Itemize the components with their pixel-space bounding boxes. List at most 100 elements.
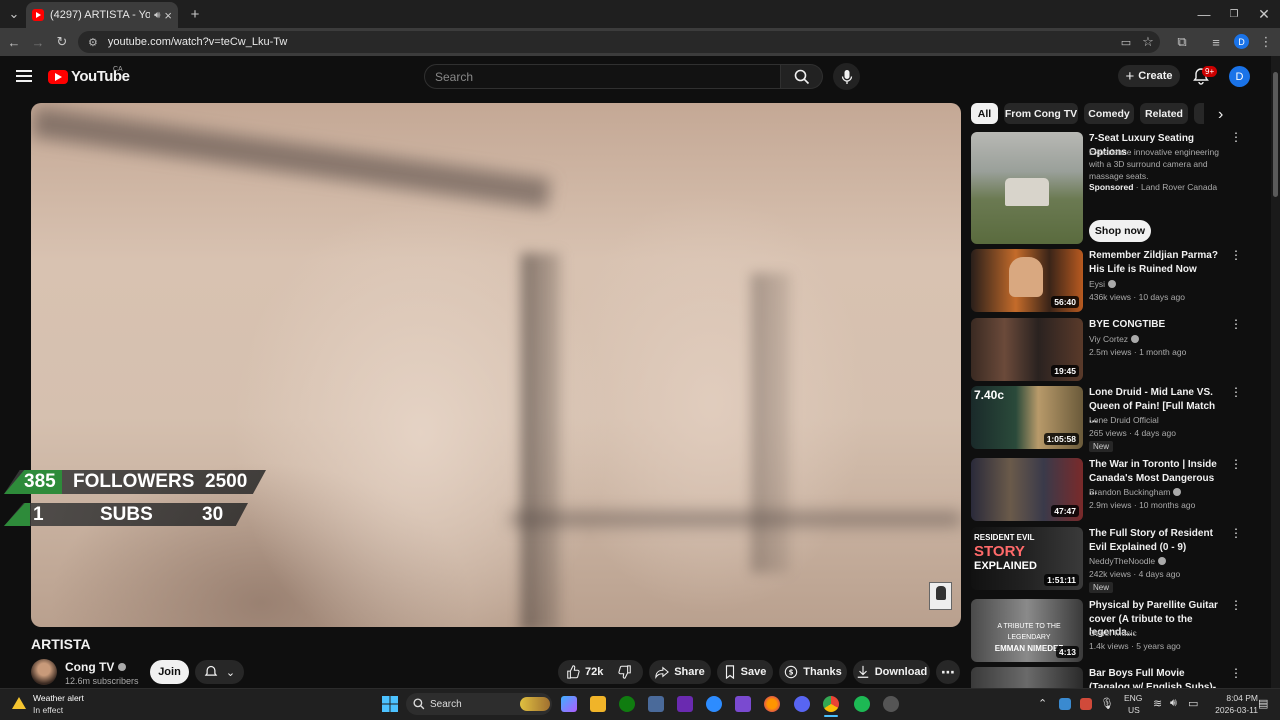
spotify-icon[interactable] xyxy=(854,696,870,712)
thumb-line: A TRIBUTE TO THE LEGENDARY xyxy=(997,623,1061,641)
back-icon[interactable]: ← xyxy=(6,34,22,50)
chips-next-chevron-icon[interactable]: › xyxy=(1218,106,1223,124)
xbox-icon[interactable] xyxy=(619,696,635,712)
url-omnibox[interactable]: ⚙︎ youtube.com/watch?v=teCw_Lku-Tw xyxy=(78,31,1160,53)
video-thumbnail[interactable]: 47:47 xyxy=(971,458,1083,521)
minimize-icon[interactable]: — xyxy=(1196,6,1212,22)
media-controls-icon[interactable]: ≡ xyxy=(1208,34,1224,50)
notification-center-icon[interactable]: ▤ xyxy=(1258,697,1268,710)
browser-menu-icon[interactable]: ⋮ xyxy=(1258,34,1274,50)
chip-partial[interactable] xyxy=(1194,103,1204,124)
microphone-tray-icon[interactable]: 🎙︎ xyxy=(1100,697,1114,710)
weather-alert-title[interactable]: Weather alert xyxy=(33,693,84,703)
ad-more-icon[interactable]: ⋮ xyxy=(1230,131,1242,143)
thanks-button[interactable]: $ Thanks xyxy=(779,660,847,684)
video-thumbnail[interactable]: RESIDENT EVIL STORY EXPLAINED 1:51:11 xyxy=(971,527,1083,590)
search-highlight-icon[interactable] xyxy=(520,697,550,711)
video-title[interactable]: BYE CONGTIBE xyxy=(1089,318,1224,332)
more-icon[interactable]: ⋮ xyxy=(1230,527,1242,539)
create-button[interactable]: + Create xyxy=(1118,65,1180,87)
join-button[interactable]: Join xyxy=(150,660,189,684)
tab-search-chevron-icon[interactable]: ⌄ xyxy=(6,6,22,22)
app-icon[interactable] xyxy=(648,696,664,712)
video-title[interactable]: Remember Zildjian Parma? His Life is Rui… xyxy=(1089,249,1224,276)
close-window-icon[interactable]: ✕ xyxy=(1256,6,1272,22)
copilot-icon[interactable] xyxy=(561,696,577,712)
zoom-icon[interactable] xyxy=(706,696,722,712)
file-explorer-icon[interactable] xyxy=(590,696,606,712)
more-actions-button[interactable]: ⋯ xyxy=(936,660,960,684)
hamburger-menu-icon[interactable] xyxy=(16,70,32,84)
channel-watermark-icon[interactable] xyxy=(929,582,952,610)
cast-icon[interactable]: ▭ xyxy=(1118,34,1134,50)
forward-icon[interactable]: → xyxy=(30,34,46,50)
wifi-icon[interactable]: ≋ xyxy=(1153,697,1162,710)
account-avatar[interactable]: D xyxy=(1229,66,1250,87)
extensions-icon[interactable]: ⧉ xyxy=(1174,34,1190,50)
tray-app-icon[interactable] xyxy=(1080,698,1092,710)
channel-name[interactable]: Cong TV xyxy=(65,660,126,674)
more-icon[interactable]: ⋮ xyxy=(1230,599,1242,611)
voice-search-button[interactable] xyxy=(833,63,860,90)
youtube-logo[interactable]: YouTube CA xyxy=(48,66,130,85)
video-thumbnail[interactable] xyxy=(971,667,1083,688)
reload-icon[interactable]: ↻ xyxy=(54,34,70,50)
browser-tab-youtube[interactable]: (4297) ARTISTA - YouTube 🔊︎ × xyxy=(26,2,178,28)
subscription-bell-button[interactable]: ⌄ xyxy=(195,660,244,684)
chip-comedy[interactable]: Comedy xyxy=(1084,103,1134,124)
channel-name[interactable]: Ozner Music xyxy=(1089,628,1137,638)
weather-alert-icon[interactable] xyxy=(12,697,26,709)
app-icon[interactable] xyxy=(883,696,899,712)
bookmark-star-icon[interactable]: ☆ xyxy=(1140,34,1156,50)
download-button[interactable]: Download xyxy=(853,660,930,684)
more-icon[interactable]: ⋮ xyxy=(1230,386,1242,398)
search-button[interactable] xyxy=(781,64,823,89)
restore-icon[interactable]: ❐ xyxy=(1226,6,1242,22)
channel-name[interactable]: Viy Cortez xyxy=(1089,334,1140,344)
site-info-icon[interactable]: ⚙︎ xyxy=(88,36,98,49)
share-button[interactable]: Share xyxy=(649,660,711,684)
speaker-icon[interactable]: 🔊︎ xyxy=(154,10,160,21)
clock-time[interactable]: 8:04 PM xyxy=(1210,693,1258,703)
search-input[interactable]: Search xyxy=(424,64,781,89)
save-button[interactable]: Save xyxy=(717,660,773,684)
video-title[interactable]: The Full Story of Resident Evil Explaine… xyxy=(1089,527,1224,554)
show-hidden-icons[interactable]: ⌃ xyxy=(1038,697,1047,710)
more-icon[interactable]: ⋮ xyxy=(1230,249,1242,261)
chrome-icon[interactable] xyxy=(823,696,839,712)
like-button[interactable]: 72k xyxy=(566,665,603,679)
dislike-button[interactable] xyxy=(607,660,643,684)
video-player[interactable] xyxy=(31,103,961,627)
discord-icon[interactable] xyxy=(794,696,810,712)
firefox-icon[interactable] xyxy=(764,696,780,712)
shop-now-button[interactable]: Shop now xyxy=(1089,220,1151,242)
channel-name[interactable]: Eysi xyxy=(1089,279,1117,289)
new-tab-icon[interactable]: + xyxy=(187,6,203,23)
channel-name[interactable]: Lone Druid Official xyxy=(1089,415,1159,425)
more-icon[interactable]: ⋮ xyxy=(1230,318,1242,330)
more-icon[interactable]: ⋮ xyxy=(1230,458,1242,470)
chip-related[interactable]: Related xyxy=(1140,103,1188,124)
close-tab-icon[interactable]: × xyxy=(164,8,172,23)
chip-all[interactable]: All xyxy=(971,103,998,124)
input-language-line1[interactable]: ENG xyxy=(1124,693,1142,703)
channel-avatar[interactable] xyxy=(31,659,57,685)
app-icon[interactable] xyxy=(735,696,751,712)
visual-studio-icon[interactable] xyxy=(677,696,693,712)
video-thumbnail[interactable]: 7.40c 1:05:58 xyxy=(971,386,1083,449)
video-thumbnail[interactable]: A TRIBUTE TO THE LEGENDARY EMMAN NIMEDEZ… xyxy=(971,599,1083,662)
browser-profile-avatar[interactable]: D xyxy=(1234,34,1249,49)
volume-icon[interactable]: 🔊︎ xyxy=(1170,697,1177,710)
more-icon[interactable]: ⋮ xyxy=(1230,667,1242,679)
video-title[interactable]: Bar Boys Full Movie (Tagalog w/ English … xyxy=(1089,667,1224,688)
video-thumbnail[interactable]: 19:45 xyxy=(971,318,1083,381)
scrollbar-thumb[interactable] xyxy=(1273,72,1278,197)
windows-start-icon[interactable] xyxy=(382,696,398,712)
battery-icon[interactable]: ▭ xyxy=(1188,697,1198,710)
video-thumbnail[interactable]: 56:40 xyxy=(971,249,1083,312)
channel-name[interactable]: NeddyTheNoodle xyxy=(1089,556,1167,566)
chip-from-cong-tv[interactable]: From Cong TV xyxy=(1004,103,1078,124)
ad-thumbnail[interactable] xyxy=(971,132,1083,244)
channel-name[interactable]: Brandon Buckingham xyxy=(1089,487,1182,497)
tray-app-icon[interactable] xyxy=(1059,698,1071,710)
